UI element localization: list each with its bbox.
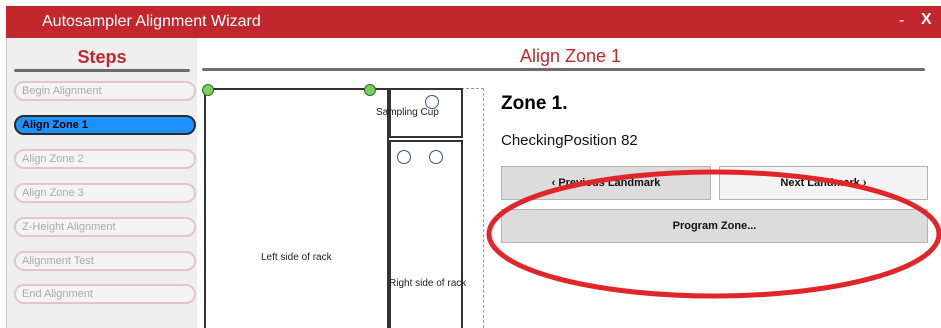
close-button[interactable]: X [921,11,932,29]
window-title: Autosampler Alignment Wizard [42,13,261,30]
steps-sidebar: Steps Begin Alignment Align Zone 1 Align… [7,38,197,328]
vial-position[interactable] [429,150,443,164]
step-end-alignment[interactable]: End Alignment [14,284,196,304]
title-bar: Autosampler Alignment Wizard - X [6,6,941,38]
previous-landmark-button[interactable]: ‹ Previous Landmark [501,166,711,200]
previous-landmark-label: Previous Landmark [558,177,661,189]
page-title: Align Zone 1 [519,46,622,66]
checking-position: CheckingPosition 82 [501,132,638,149]
sampling-cup-position[interactable] [425,95,439,109]
alignment-handle[interactable] [364,84,376,96]
step-begin-alignment[interactable]: Begin Alignment [14,81,196,101]
header-divider [202,68,925,71]
steps-divider [14,69,190,72]
step-align-zone-2[interactable]: Align Zone 2 [14,149,196,169]
step-z-height-alignment[interactable]: Z-Height Alignment [14,217,196,237]
left-side-label: Left side of rack [261,252,332,263]
chevron-right-icon: › [859,177,867,189]
rack-left-side[interactable] [204,88,389,328]
next-landmark-label: Next Landmark [780,177,860,189]
right-side-label: Right side of rack [389,278,467,289]
steps-header: Steps [77,47,127,67]
minimize-button[interactable]: - [899,12,904,30]
next-landmark-button[interactable]: Next Landmark › [719,166,928,200]
rack-right-side[interactable] [389,140,463,328]
vial-position[interactable] [397,150,411,164]
step-align-zone-3[interactable]: Align Zone 3 [14,183,196,203]
alignment-handle[interactable] [202,84,214,96]
step-align-zone-1[interactable]: Align Zone 1 [14,115,196,135]
program-zone-button[interactable]: Program Zone... [501,209,928,243]
step-alignment-test[interactable]: Alignment Test [14,251,196,271]
zone-title: Zone 1. [501,93,568,114]
